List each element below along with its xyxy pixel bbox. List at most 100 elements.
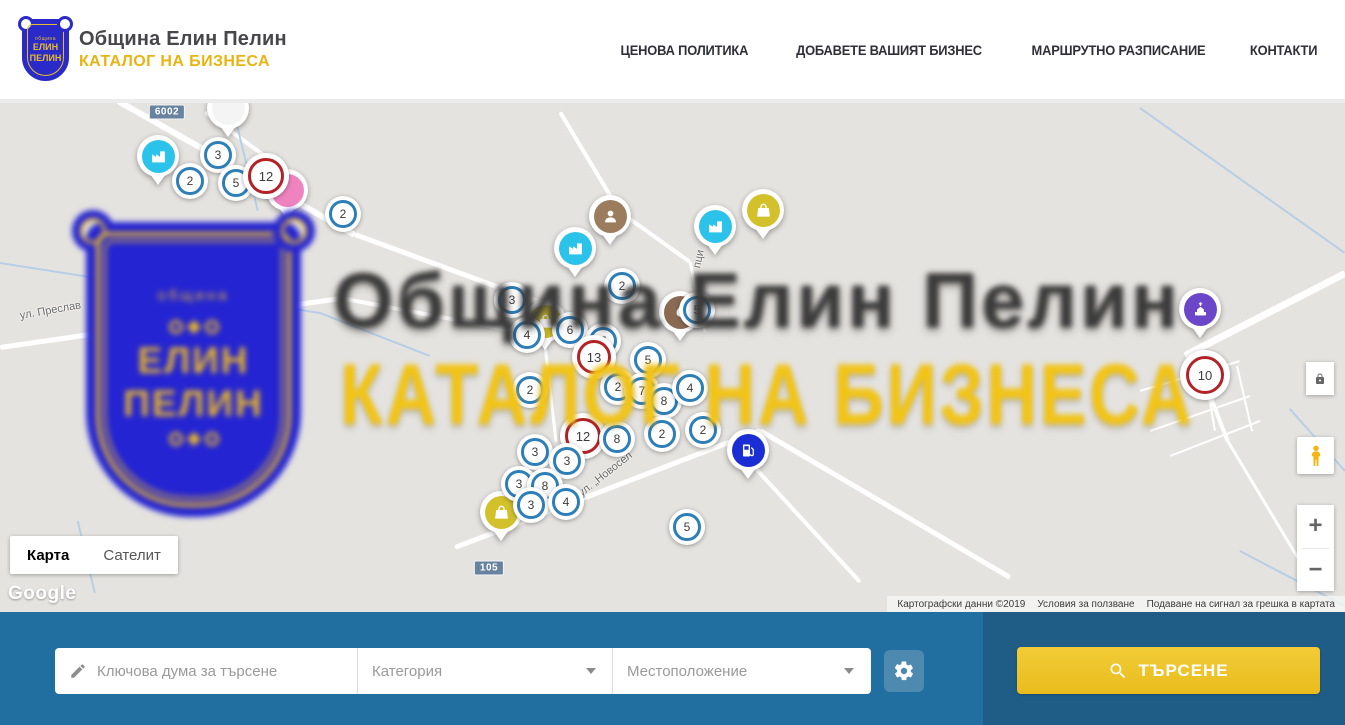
keyword-field[interactable] <box>55 648 357 694</box>
cluster-count: 5 <box>683 296 711 324</box>
map-type-satellite-button[interactable]: Сателит <box>86 536 178 574</box>
cluster-marker[interactable]: 4 <box>509 317 545 353</box>
pin-tail <box>279 208 295 219</box>
pin-tail <box>707 244 723 255</box>
nav-item-0[interactable]: ЦЕНОВА ПОЛИТИКА <box>621 42 749 58</box>
search-button-label: ТЪРСЕНЕ <box>1138 661 1228 681</box>
crest-border <box>27 24 64 76</box>
map-canvas[interactable]: 6002105ул. Преславбул. „Новоселпци 32512… <box>0 103 1345 612</box>
logo-link[interactable]: община ЕЛИН ПЕЛИН Община Елин Пелин КАТА… <box>22 19 287 81</box>
cluster-count: 5 <box>673 513 701 541</box>
cluster-count: 10 <box>1186 356 1225 395</box>
search-icon <box>1108 661 1128 681</box>
pin-head <box>554 227 596 269</box>
cluster-count: 5 <box>634 346 662 374</box>
attribution-link-2[interactable]: Подаване на сигнал за грешка в картата <box>1141 599 1341 610</box>
location-dropdown[interactable]: Местоположение <box>612 648 870 694</box>
cluster-count: 2 <box>176 167 204 195</box>
cluster-count: 3 <box>498 286 526 314</box>
page: община ЕЛИН ПЕЛИН Община Елин Пелин КАТА… <box>0 0 1345 725</box>
main-nav: ЦЕНОВА ПОЛИТИКА ДОБАВЕТЕ ВАШИЯТ БИЗНЕС МАР… <box>615 42 1320 58</box>
google-logo[interactable]: Google <box>8 583 76 605</box>
cluster-marker[interactable]: 2 <box>644 416 680 452</box>
cluster-marker[interactable]: 4 <box>548 484 584 520</box>
cluster-count: 3 <box>553 447 581 475</box>
cluster-count: 4 <box>513 321 541 349</box>
pin-head <box>727 429 769 471</box>
cluster-marker[interactable]: 8 <box>599 421 635 457</box>
map-type-control: КартаСателит <box>10 536 178 574</box>
cluster-marker[interactable]: 5 <box>630 342 666 378</box>
cluster-count: 3 <box>521 438 549 466</box>
pin-head <box>137 135 179 177</box>
cluster-count: 13 <box>577 340 611 374</box>
bag-icon <box>747 194 780 227</box>
cluster-count: 3 <box>517 491 545 519</box>
church-icon <box>1184 293 1217 326</box>
nav-item-3[interactable]: КОНТАКТИ <box>1250 42 1317 58</box>
search-submit-button[interactable]: ТЪРСЕНЕ <box>1017 647 1320 694</box>
dot-icon <box>212 103 245 125</box>
map-attribution: Картографски данни ©2019Условия за ползв… <box>887 596 1345 612</box>
pin-tail <box>493 530 509 541</box>
cluster-marker[interactable]: 4 <box>672 370 708 406</box>
attribution-link-1[interactable]: Условия за ползване <box>1031 599 1140 610</box>
location-dropdown-label: Местоположение <box>627 663 747 680</box>
bag-pin-marker[interactable] <box>741 189 785 239</box>
pin-head <box>1179 288 1221 330</box>
factory-icon <box>699 210 732 243</box>
fuel-pin-marker[interactable] <box>726 429 770 479</box>
header: община ЕЛИН ПЕЛИН Община Елин Пелин КАТА… <box>0 0 1345 103</box>
pencil-icon <box>69 662 87 680</box>
cluster-marker[interactable]: 2 <box>604 268 640 304</box>
fuel-icon <box>732 434 765 467</box>
cluster-count: 2 <box>608 272 636 300</box>
nav-item-2[interactable]: МАРШРУТНО РАЗПИСАНИЕ <box>1031 42 1205 58</box>
cluster-marker[interactable]: 12 <box>243 153 289 199</box>
cluster-marker[interactable]: 3 <box>494 282 530 318</box>
factory-pin-marker[interactable] <box>693 205 737 255</box>
attribution-text: Картографски данни ©2019 <box>891 599 1031 610</box>
zoom-in-button[interactable]: + <box>1297 505 1334 548</box>
advanced-search-button[interactable] <box>884 650 924 692</box>
street-view-pegman[interactable] <box>1297 437 1334 474</box>
factory-icon <box>142 140 175 173</box>
cluster-count: 8 <box>603 425 631 453</box>
lock-control[interactable] <box>1306 362 1334 395</box>
category-dropdown[interactable]: Категория <box>357 648 612 694</box>
zoom-out-button[interactable]: − <box>1297 549 1334 592</box>
cluster-marker[interactable]: 2 <box>172 163 208 199</box>
pegman-icon <box>1304 444 1328 468</box>
dot-pin-marker[interactable] <box>206 103 250 137</box>
pin-tail <box>567 266 583 277</box>
cluster-count: 12 <box>248 158 283 193</box>
gear-icon <box>893 660 915 682</box>
keyword-input[interactable] <box>97 663 343 680</box>
pin-tail <box>740 468 756 479</box>
factory-pin-marker[interactable] <box>553 227 597 277</box>
brand-block: Община Елин Пелин КАТАЛОГ НА БИЗНЕСА <box>79 28 287 71</box>
cluster-marker[interactable]: 10 <box>1180 350 1230 400</box>
chevron-down-icon <box>586 668 596 674</box>
cluster-marker[interactable]: 5 <box>669 509 705 545</box>
pin-tail <box>150 174 166 185</box>
nav-item-1[interactable]: ДОБАВЕТЕ ВАШИЯТ БИЗНЕС <box>796 42 982 58</box>
cluster-count: 2 <box>648 420 676 448</box>
pin-tail <box>755 228 771 239</box>
cluster-count: 3 <box>204 141 232 169</box>
cluster-marker[interactable]: 2 <box>325 196 361 232</box>
cluster-marker[interactable]: 5 <box>679 292 715 328</box>
pin-head <box>694 205 736 247</box>
map-type-map-button[interactable]: Карта <box>10 536 86 574</box>
pin-tail <box>1192 327 1208 338</box>
factory-icon <box>559 232 592 265</box>
category-dropdown-label: Категория <box>372 663 442 680</box>
church-pin-marker[interactable] <box>1178 288 1222 338</box>
cluster-marker[interactable]: 3 <box>513 487 549 523</box>
cluster-marker[interactable]: 3 <box>517 434 553 470</box>
pin-tail <box>672 330 688 341</box>
cluster-count: 2 <box>329 200 357 228</box>
cluster-marker[interactable]: 2 <box>512 372 548 408</box>
pin-tail <box>602 234 618 245</box>
cluster-marker[interactable]: 2 <box>685 412 721 448</box>
